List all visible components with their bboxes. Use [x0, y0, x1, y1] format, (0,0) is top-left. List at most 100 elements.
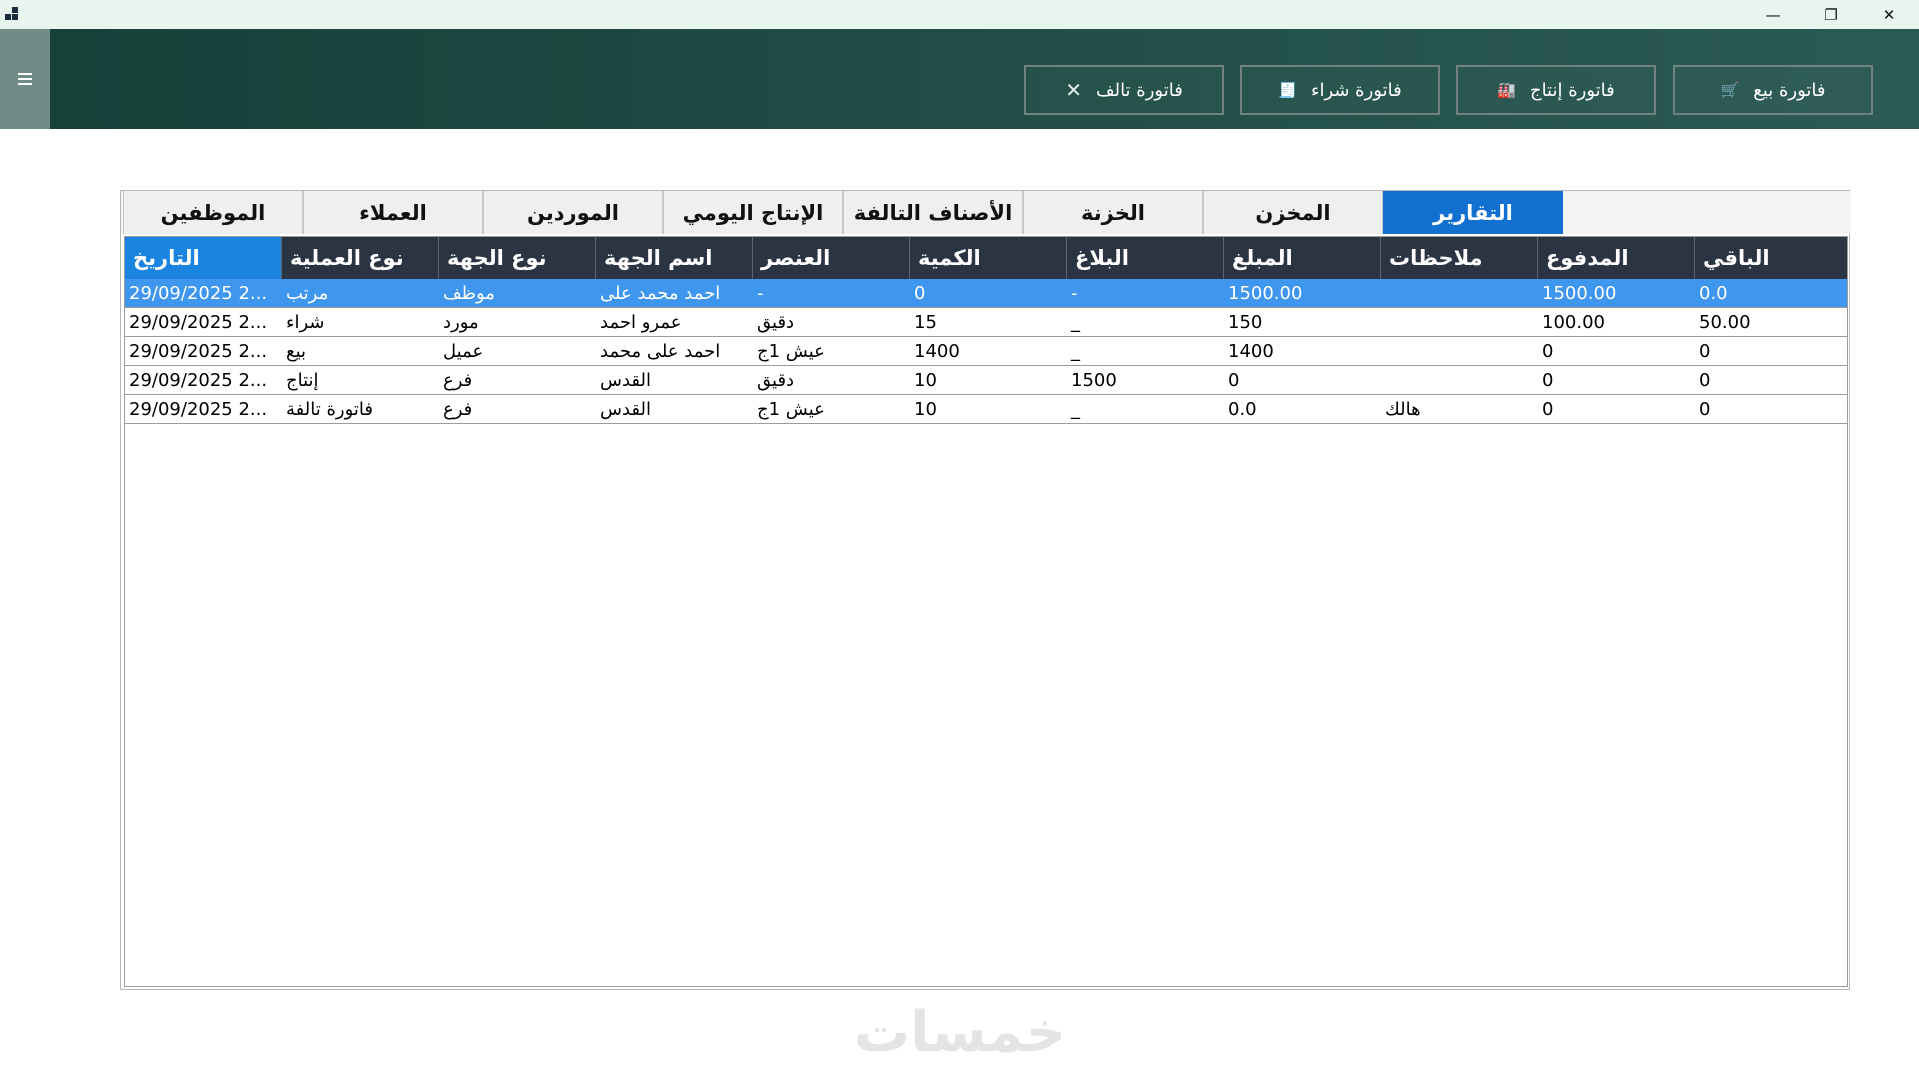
cell-item: عيش 1ج — [757, 340, 825, 362]
cell-paid: 0 — [1542, 340, 1554, 362]
damaged-invoice-label: فاتورة تالف — [1095, 79, 1183, 101]
tab-strip: التقارير المخزن الخزنة الأصناف التالفة ا… — [121, 191, 1851, 234]
column-header-remaining[interactable]: الباقي — [1695, 237, 1847, 279]
cell-party-name: القدس — [600, 369, 652, 391]
table-row[interactable]: 29/09/2025 2... بيع عميل احمد على محمد عيش 1… — [125, 337, 1847, 366]
cell-party-name: احمد على محمد — [600, 340, 721, 362]
cell-party-type: عميل — [443, 340, 484, 362]
table-row[interactable]: 29/09/2025 2... مرتب موظف احمد محمد على - 0 - 1… — [125, 279, 1847, 308]
tab-panel: التقارير المخزن الخزنة الأصناف التالفة ا… — [120, 190, 1851, 990]
cell-amount: 0.0 — [1228, 398, 1257, 420]
cell-remaining: 0 — [1699, 398, 1711, 420]
tab-damaged-items[interactable]: الأصناف التالفة — [843, 191, 1023, 234]
cell-report: - — [1071, 282, 1078, 304]
cell-item: دقيق — [757, 311, 795, 333]
purchase-invoice-button[interactable]: فاتورة شراء 🧾 — [1240, 65, 1440, 115]
cell-party-type: موظف — [443, 282, 495, 304]
cell-party-type: فرع — [443, 398, 473, 420]
cell-paid: 0 — [1542, 398, 1554, 420]
cell-quantity: 0 — [914, 282, 926, 304]
cell-date: 29/09/2025 2... — [129, 311, 268, 333]
column-header-party-name[interactable]: اسم الجهة — [596, 237, 753, 279]
tab-treasury[interactable]: الخزنة — [1023, 191, 1203, 234]
menu-button[interactable] — [0, 29, 50, 129]
restore-button[interactable]: ❐ — [1802, 0, 1860, 29]
cell-notes: هالك — [1385, 398, 1421, 420]
header-bar: فاتورة بيع 🛒 فاتورة إنتاج 🏭 فاتورة شراء … — [0, 29, 1919, 129]
column-header-operation-type[interactable]: نوع العملية — [282, 237, 439, 279]
column-header-quantity[interactable]: الكمية — [910, 237, 1067, 279]
table-row[interactable]: 29/09/2025 2... إنتاج فرع القدس دقيق 10 1500 0 0… — [125, 366, 1847, 395]
watermark-logo: خمسات — [853, 1000, 1067, 1065]
cell-report: _ — [1071, 311, 1080, 333]
column-header-amount[interactable]: المبلغ — [1224, 237, 1381, 279]
cell-date: 29/09/2025 2... — [129, 398, 268, 420]
tab-daily-production[interactable]: الإنتاج اليومي — [663, 191, 843, 234]
cell-remaining: 0 — [1699, 369, 1711, 391]
tab-employees[interactable]: الموظفين — [123, 191, 303, 234]
cell-amount: 1500.00 — [1228, 282, 1303, 304]
column-header-notes[interactable]: ملاحظات — [1381, 237, 1538, 279]
receipt-icon: 🧾 — [1278, 81, 1297, 99]
cell-remaining: 50.00 — [1699, 311, 1751, 333]
cart-icon: 🛒 — [1720, 81, 1740, 99]
close-window-button[interactable]: ✕ — [1860, 0, 1918, 29]
column-header-party-type[interactable]: نوع الجهة — [439, 237, 596, 279]
damaged-invoice-button[interactable]: فاتورة تالف ✕ — [1024, 65, 1224, 115]
column-header-item[interactable]: العنصر — [753, 237, 910, 279]
production-invoice-label: فاتورة إنتاج — [1529, 79, 1615, 101]
title-bar: — ❐ ✕ — [0, 0, 1919, 29]
cell-item: عيش 1ج — [757, 398, 825, 420]
app-icon — [5, 6, 21, 22]
cell-notes — [1381, 337, 1538, 365]
tab-warehouse[interactable]: المخزن — [1203, 191, 1383, 234]
minimize-button[interactable]: — — [1744, 0, 1802, 29]
column-header-paid[interactable]: المدفوع — [1538, 237, 1695, 279]
table-body: 29/09/2025 2... مرتب موظف احمد محمد على - 0 - 1… — [125, 279, 1847, 424]
purchase-invoice-label: فاتورة شراء — [1310, 79, 1402, 101]
column-header-date[interactable]: التاريخ — [125, 237, 282, 279]
cell-operation-type: شراء — [286, 311, 325, 333]
close-icon: ✕ — [1065, 78, 1082, 102]
cell-operation-type: بيع — [286, 340, 307, 362]
cell-party-name: القدس — [600, 398, 652, 420]
cell-operation-type: فاتورة تالفة — [286, 398, 373, 420]
cell-quantity: 10 — [914, 369, 937, 391]
cell-party-name: احمد محمد على — [600, 282, 721, 304]
cell-paid: 100.00 — [1542, 311, 1605, 333]
tab-suppliers[interactable]: الموردين — [483, 191, 663, 234]
tab-customers[interactable]: العملاء — [303, 191, 483, 234]
cell-report: _ — [1071, 398, 1080, 420]
cell-amount: 1400 — [1228, 340, 1274, 362]
tab-reports[interactable]: التقارير — [1383, 191, 1563, 234]
cell-paid: 1500.00 — [1542, 282, 1617, 304]
cell-report: _ — [1071, 340, 1080, 362]
cell-remaining: 0 — [1699, 340, 1711, 362]
cell-operation-type: مرتب — [286, 282, 329, 304]
cell-amount: 150 — [1228, 311, 1263, 333]
table-row[interactable]: 29/09/2025 2... شراء مورد عمرو احمد دقيق 15 _ 1… — [125, 308, 1847, 337]
column-header-report[interactable]: البلاغ — [1067, 237, 1224, 279]
cell-amount: 0 — [1228, 369, 1240, 391]
cell-quantity: 10 — [914, 398, 937, 420]
cell-item: دقيق — [757, 369, 795, 391]
cell-notes — [1381, 308, 1538, 336]
table-header: التاريخ نوع العملية نوع الجهة اسم الجهة … — [125, 237, 1847, 279]
cell-party-name: عمرو احمد — [600, 311, 682, 333]
cell-party-type: فرع — [443, 369, 473, 391]
cell-notes — [1381, 366, 1538, 394]
cell-quantity: 15 — [914, 311, 937, 333]
sale-invoice-label: فاتورة بيع — [1753, 79, 1826, 101]
hamburger-icon — [18, 73, 32, 85]
cell-operation-type: إنتاج — [286, 369, 319, 391]
sale-invoice-button[interactable]: فاتورة بيع 🛒 — [1673, 65, 1873, 115]
cell-party-type: مورد — [443, 311, 479, 333]
cell-date: 29/09/2025 2... — [129, 340, 268, 362]
cell-date: 29/09/2025 2... — [129, 282, 268, 304]
production-invoice-button[interactable]: فاتورة إنتاج 🏭 — [1456, 65, 1656, 115]
table-row[interactable]: 29/09/2025 2... فاتورة تالفة فرع القدس عيش 1… — [125, 395, 1847, 424]
cell-quantity: 1400 — [914, 340, 960, 362]
cell-remaining: 0.0 — [1699, 282, 1728, 304]
cell-item: - — [757, 282, 764, 304]
reports-table[interactable]: التاريخ نوع العملية نوع الجهة اسم الجهة … — [124, 236, 1848, 987]
